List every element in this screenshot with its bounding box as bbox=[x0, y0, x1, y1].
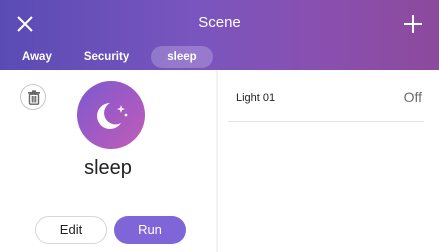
list-item[interactable]: Light 01 Off bbox=[228, 88, 424, 122]
edit-button[interactable]: Edit bbox=[35, 216, 107, 244]
tab-sleep[interactable]: sleep bbox=[151, 46, 213, 68]
scene-tabs: Away Security sleep bbox=[12, 46, 225, 68]
plus-icon bbox=[404, 15, 422, 33]
device-name: Light 01 bbox=[236, 92, 276, 104]
tab-security[interactable]: Security bbox=[74, 46, 139, 68]
device-status: Off bbox=[403, 89, 422, 105]
tab-away[interactable]: Away bbox=[12, 46, 62, 68]
add-scene-button[interactable] bbox=[401, 12, 425, 36]
device-list-panel: Light 01 Off bbox=[218, 70, 439, 252]
page-title: Scene bbox=[198, 14, 241, 31]
moon-stars-icon bbox=[97, 103, 128, 129]
scene-detail-panel: sleep Edit Run bbox=[0, 70, 216, 252]
run-button[interactable]: Run bbox=[114, 216, 186, 244]
delete-scene-button[interactable] bbox=[20, 84, 46, 110]
scene-name: sleep bbox=[84, 157, 132, 179]
scene-icon bbox=[77, 81, 145, 149]
trash-icon bbox=[28, 90, 40, 105]
app-header: Scene Away Security sleep bbox=[0, 0, 439, 70]
